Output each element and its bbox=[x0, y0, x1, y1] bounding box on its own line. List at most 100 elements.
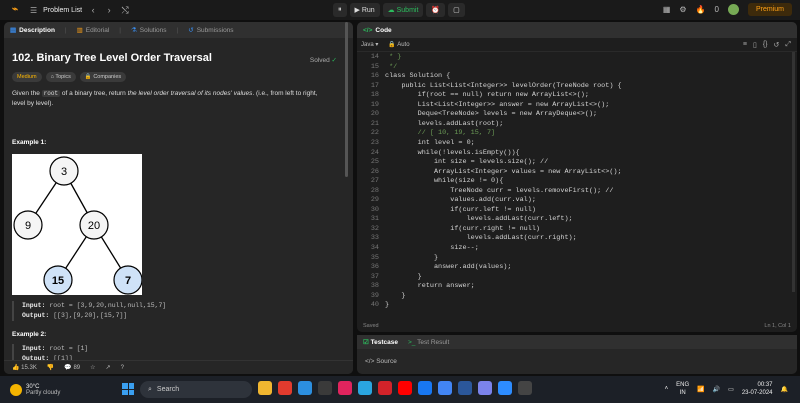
code-line[interactable]: if(curr.left != null) bbox=[385, 206, 536, 214]
dislike-button[interactable]: 👎 bbox=[47, 364, 54, 371]
code-line[interactable]: Deque<TreeNode> levels = new ArrayDeque<… bbox=[385, 110, 597, 118]
code-line[interactable]: levels.addLast(root); bbox=[385, 120, 504, 128]
word-icon[interactable] bbox=[458, 381, 472, 395]
code-line[interactable]: return answer; bbox=[385, 282, 475, 290]
windows-start-icon[interactable] bbox=[122, 383, 134, 395]
notes-icon[interactable]: ▢ bbox=[448, 3, 465, 17]
avatar[interactable] bbox=[727, 4, 739, 15]
code-line[interactable]: class Solution { bbox=[385, 72, 450, 80]
code-line[interactable]: if(curr.right != null) bbox=[385, 225, 540, 233]
file-explorer-icon[interactable] bbox=[258, 381, 272, 395]
code-line[interactable]: answer.add(values); bbox=[385, 263, 512, 271]
code-line[interactable]: List<List<Integer>> answer = new ArrayLi… bbox=[385, 101, 610, 109]
code-line[interactable]: size--; bbox=[385, 244, 479, 252]
auto-mode[interactable]: 🔒 Auto bbox=[388, 41, 409, 48]
topics-badge[interactable]: ⌂ Topics bbox=[45, 72, 76, 82]
tab-editorial[interactable]: ▥ Editorial bbox=[77, 26, 110, 35]
code-line[interactable]: } bbox=[385, 301, 389, 309]
chevron-up-icon[interactable]: ˄ bbox=[665, 386, 669, 392]
facebook-icon[interactable] bbox=[418, 381, 432, 395]
app-icon[interactable] bbox=[338, 381, 352, 395]
top-bar: ⌁ ☰ Problem List ‹ › ⤭ ⏸ ▶ Run ☁ Submit … bbox=[0, 0, 800, 20]
tree-node-label: 9 bbox=[25, 220, 31, 232]
braces-icon[interactable]: {} bbox=[763, 41, 768, 49]
fullscreen-icon[interactable]: ⤢ bbox=[785, 41, 791, 49]
tree-node-right: 20 bbox=[79, 210, 109, 240]
code-line[interactable]: ArrayList<Integer> values = new ArrayLis… bbox=[385, 168, 622, 176]
problem-list-icon[interactable]: ☰ bbox=[30, 6, 37, 15]
tab-solutions[interactable]: ⚗ Solutions bbox=[131, 26, 167, 35]
code-line[interactable]: values.add(curr.val); bbox=[385, 196, 536, 204]
example-2-title: Example 2: bbox=[12, 331, 47, 338]
code-line[interactable]: * } bbox=[385, 53, 401, 61]
code-editor[interactable]: 14 * } 15 */ 16 class Solution {17 public L… bbox=[357, 52, 797, 320]
share-icon[interactable]: ↗ bbox=[106, 364, 111, 371]
like-button[interactable]: 👍 15.3K bbox=[12, 364, 37, 371]
help-icon[interactable]: ? bbox=[121, 365, 124, 371]
code-line[interactable]: if(root == null) return new ArrayList<>(… bbox=[385, 91, 589, 99]
description-scrollbar[interactable] bbox=[345, 22, 348, 177]
shuffle-icon[interactable]: ⤭ bbox=[120, 5, 130, 16]
streak-icon[interactable]: 🔥 bbox=[696, 5, 706, 14]
layout-icon[interactable]: ▦ bbox=[663, 5, 671, 14]
code-line[interactable]: // [ 10, 19, 15, 7] bbox=[385, 129, 496, 137]
language-indicator[interactable]: ENG IN bbox=[676, 381, 689, 397]
weather-widget[interactable]: 30°C Partly cloudy bbox=[0, 383, 60, 396]
settings-icon[interactable]: ⚙ bbox=[679, 5, 686, 14]
app-icon[interactable] bbox=[378, 381, 392, 395]
submit-button[interactable]: ☁ Submit bbox=[382, 3, 424, 17]
wifi-icon[interactable]: 📶 bbox=[697, 386, 704, 393]
tab-description[interactable]: ▤ Description bbox=[10, 26, 55, 35]
battery-icon[interactable]: ▭ bbox=[728, 386, 734, 393]
taskbar-search[interactable]: ⌕ Search bbox=[140, 381, 252, 398]
code-line[interactable]: } bbox=[385, 273, 422, 281]
next-problem-icon[interactable]: › bbox=[104, 5, 114, 15]
code-line[interactable]: } bbox=[385, 254, 438, 262]
code-line[interactable]: int size = levels.size(); // bbox=[385, 158, 548, 166]
comments-button[interactable]: 💬 89 bbox=[64, 364, 80, 371]
problem-title[interactable]: 102. Binary Tree Level Order Traversal bbox=[12, 52, 345, 64]
code-line[interactable]: */ bbox=[385, 63, 397, 71]
code-line[interactable]: int level = 0; bbox=[385, 139, 475, 147]
zoom-icon[interactable] bbox=[498, 381, 512, 395]
favorite-star-icon[interactable]: ☆ bbox=[90, 364, 95, 371]
language-select[interactable]: Java ▾ bbox=[361, 41, 378, 48]
app-icon[interactable] bbox=[518, 381, 532, 395]
leetcode-logo-icon[interactable]: ⌁ bbox=[12, 4, 24, 16]
youtube-icon[interactable] bbox=[398, 381, 412, 395]
debug-button[interactable]: ⏸ bbox=[333, 3, 347, 17]
alarm-icon[interactable]: ⏰ bbox=[426, 3, 446, 17]
chrome-icon[interactable] bbox=[438, 381, 452, 395]
code-line[interactable]: TreeNode curr = levels.removeFirst(); // bbox=[385, 187, 613, 195]
tab-test-result[interactable]: >_ Test Result bbox=[408, 339, 449, 346]
edge-icon[interactable] bbox=[298, 381, 312, 395]
app-icon[interactable] bbox=[358, 381, 372, 395]
input-label: Input: bbox=[22, 345, 46, 352]
problem-list-link[interactable]: Problem List bbox=[43, 7, 82, 14]
clock[interactable]: 00:37 23-07-2024 bbox=[742, 381, 773, 397]
run-button[interactable]: ▶ Run bbox=[349, 3, 380, 17]
code-line[interactable]: } bbox=[385, 292, 405, 300]
reset-icon[interactable]: ↺ bbox=[774, 41, 780, 49]
bookmark-icon[interactable]: ▯ bbox=[753, 41, 757, 49]
code-line[interactable]: levels.addLast(curr.right); bbox=[385, 234, 577, 242]
prev-problem-icon[interactable]: ‹ bbox=[88, 5, 98, 15]
code-line[interactable]: while(size != 0){ bbox=[385, 177, 503, 185]
companies-badge[interactable]: 🔒 Companies bbox=[79, 72, 127, 82]
store-icon[interactable] bbox=[318, 381, 332, 395]
volume-icon[interactable]: 🔊 bbox=[713, 386, 720, 393]
tab-submissions[interactable]: ↺ Submissions bbox=[188, 26, 233, 35]
media-app-icon[interactable] bbox=[278, 381, 292, 395]
app-icon[interactable] bbox=[478, 381, 492, 395]
tab-testcase[interactable]: ☑ Testcase bbox=[363, 338, 398, 346]
notification-bell-icon[interactable]: 🔔 bbox=[781, 386, 788, 393]
format-icon[interactable]: ≡ bbox=[743, 41, 747, 49]
editor-scrollbar[interactable] bbox=[792, 52, 795, 292]
source-link[interactable]: </> Source bbox=[357, 349, 797, 374]
code-line[interactable]: public List<List<Integer>> levelOrder(Tr… bbox=[385, 82, 621, 90]
solved-label: Solved bbox=[309, 57, 330, 64]
code-line[interactable]: levels.addLast(curr.left); bbox=[385, 215, 573, 223]
premium-button[interactable]: Premium bbox=[747, 3, 792, 16]
difficulty-badge[interactable]: Medium bbox=[12, 72, 42, 82]
code-line[interactable]: while(!levels.isEmpty()){ bbox=[385, 149, 520, 157]
